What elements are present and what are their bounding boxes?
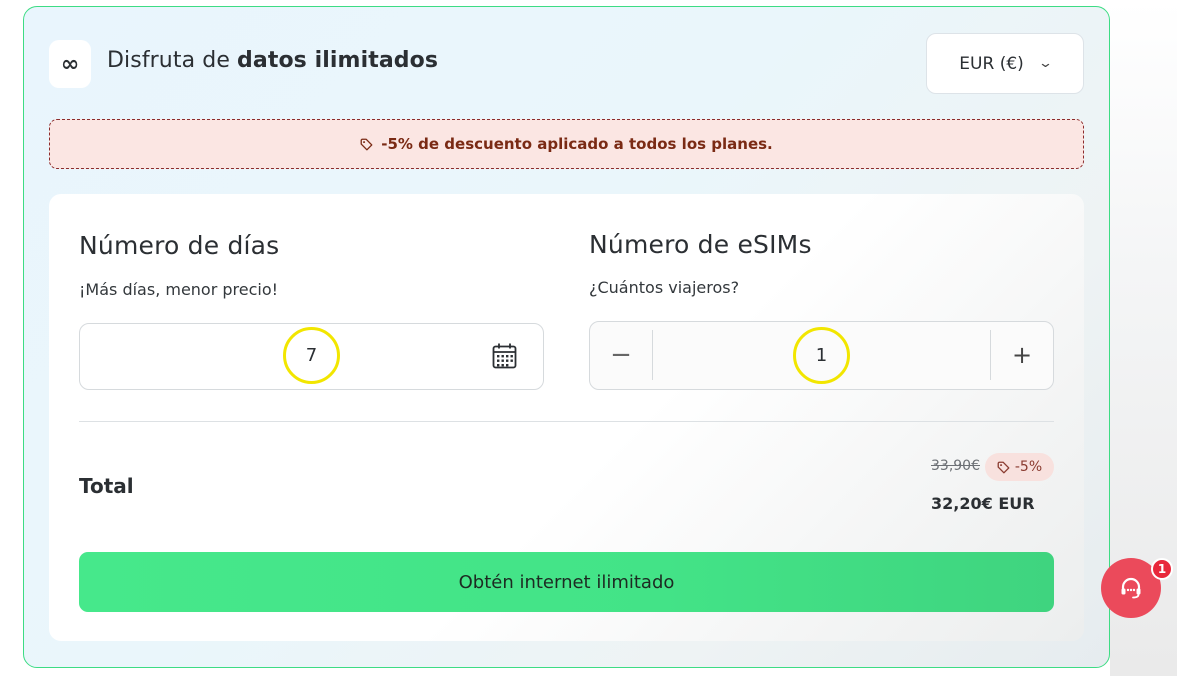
new-price: 32,20€ EUR xyxy=(931,494,1035,513)
esims-value[interactable]: 1 xyxy=(793,327,850,384)
esims-title: Número de eSIMs xyxy=(589,230,812,259)
header-title: Disfruta de datos ilimitados xyxy=(107,48,438,78)
currency-select[interactable]: EUR (€) ⌄ xyxy=(926,33,1084,94)
days-title: Número de días xyxy=(79,231,280,260)
days-value: 7 xyxy=(283,327,340,384)
increment-button[interactable]: + xyxy=(990,330,1053,380)
discount-badge: -5% xyxy=(985,453,1054,481)
chevron-down-icon: ⌄ xyxy=(1037,56,1053,71)
tag-icon xyxy=(997,461,1010,474)
infinity-icon: ∞ xyxy=(49,40,91,88)
divider xyxy=(79,421,1054,422)
discount-text: -5% xyxy=(1014,459,1043,475)
old-price: 33,90€ xyxy=(931,458,980,474)
currency-label: EUR (€) xyxy=(959,53,1024,74)
days-subtitle: ¡Más días, menor precio! xyxy=(79,280,279,299)
calendar-icon[interactable] xyxy=(492,343,517,369)
header-title-prefix: Disfruta de xyxy=(107,48,238,73)
promo-text: -5% de descuento aplicado a todos los pl… xyxy=(381,135,773,153)
tag-icon xyxy=(360,138,373,151)
headset-icon xyxy=(1121,577,1141,599)
get-internet-button[interactable]: Obtén internet ilimitado xyxy=(79,552,1054,612)
notification-badge: 1 xyxy=(1151,558,1173,580)
total-label: Total xyxy=(79,474,134,498)
header-title-bold: datos ilimitados xyxy=(237,48,439,73)
esims-subtitle: ¿Cuántos viajeros? xyxy=(589,278,740,297)
promo-banner: -5% de descuento aplicado a todos los pl… xyxy=(49,119,1084,169)
decrement-button[interactable]: − xyxy=(590,330,653,380)
